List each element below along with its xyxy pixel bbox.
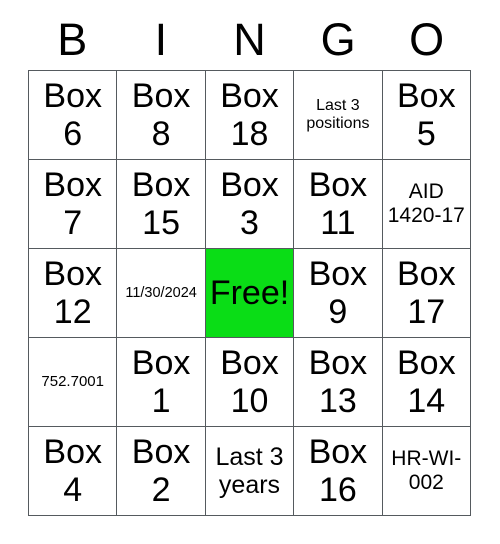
- bingo-cell-label: Box 1: [131, 343, 191, 420]
- bingo-header-letter-b-text: B: [57, 13, 88, 65]
- bingo-cell[interactable]: AID 1420-17: [382, 160, 471, 249]
- bingo-cell[interactable]: Box 4: [29, 427, 118, 516]
- bingo-cell[interactable]: Box 2: [117, 427, 206, 516]
- bingo-cell-label: Free!: [209, 273, 290, 312]
- bingo-cell-free[interactable]: Free!: [205, 249, 295, 338]
- bingo-cell[interactable]: Box 18: [205, 71, 295, 160]
- bingo-cell[interactable]: Box 8: [117, 71, 206, 160]
- bingo-cell-label: Last 3 positions: [306, 97, 370, 132]
- bingo-cell[interactable]: Box 16: [294, 427, 383, 516]
- bingo-cell-label: HR-WI-002: [391, 447, 462, 494]
- bingo-header-letter-i-text: I: [154, 13, 168, 65]
- bingo-cell-label: AID 1420-17: [387, 180, 465, 227]
- bingo-header-letter-n-text: N: [233, 13, 266, 65]
- bingo-cell-label: Box 17: [397, 254, 456, 331]
- bingo-cell-label: Box 18: [220, 76, 279, 153]
- bingo-cell[interactable]: Box 1: [117, 338, 206, 427]
- bingo-cell[interactable]: Box 7: [29, 160, 118, 249]
- bingo-cell-label: Box 15: [131, 165, 191, 242]
- bingo-cell-label: Last 3 years: [215, 443, 284, 499]
- bingo-cell-label: Box 11: [308, 165, 368, 242]
- bingo-cell[interactable]: HR-WI-002: [382, 427, 471, 516]
- bingo-cell[interactable]: Box 17: [382, 249, 471, 338]
- bingo-cell[interactable]: Box 3: [205, 160, 295, 249]
- bingo-cell-label: Box 6: [43, 76, 102, 153]
- bingo-cell[interactable]: Box 5: [382, 71, 471, 160]
- bingo-header-row: B I N G O: [28, 8, 471, 70]
- bingo-header-letter-g: G: [294, 8, 383, 70]
- bingo-cell-label: Box 14: [397, 343, 456, 420]
- bingo-grid: Box 6 Box 8 Box 18 Last 3 positions Box …: [28, 70, 471, 516]
- bingo-cell[interactable]: Box 11: [294, 160, 383, 249]
- bingo-cell-label: Box 16: [308, 432, 368, 509]
- bingo-cell-label: Box 10: [220, 343, 279, 420]
- bingo-cell-label: Box 8: [131, 76, 191, 153]
- bingo-cell[interactable]: Last 3 positions: [294, 71, 383, 160]
- bingo-header-letter-i: I: [117, 8, 206, 70]
- bingo-cell[interactable]: Box 10: [205, 338, 295, 427]
- bingo-header-letter-n: N: [205, 8, 294, 70]
- bingo-cell-label: Box 13: [308, 343, 368, 420]
- bingo-cell-label: 752.7001: [41, 372, 104, 390]
- bingo-cell-label: Box 2: [131, 432, 191, 509]
- bingo-cell[interactable]: Box 15: [117, 160, 206, 249]
- bingo-cell[interactable]: Box 6: [29, 71, 118, 160]
- bingo-cell-label: Box 4: [43, 432, 102, 509]
- bingo-cell-label: Box 12: [43, 254, 102, 331]
- bingo-cell-label: Box 3: [220, 165, 279, 242]
- bingo-cell-label: 11/30/2024: [125, 284, 197, 301]
- bingo-cell-label: Box 9: [308, 254, 368, 331]
- bingo-cell[interactable]: 11/30/2024: [117, 249, 206, 338]
- bingo-cell-label: Box 5: [397, 76, 456, 153]
- bingo-cell[interactable]: Box 9: [294, 249, 383, 338]
- bingo-cell[interactable]: Last 3 years: [205, 427, 295, 516]
- bingo-cell[interactable]: Box 13: [294, 338, 383, 427]
- bingo-cell[interactable]: Box 12: [29, 249, 118, 338]
- bingo-cell[interactable]: Box 14: [382, 338, 471, 427]
- bingo-header-letter-g-text: G: [320, 13, 356, 65]
- bingo-header-letter-o-text: O: [409, 13, 445, 65]
- bingo-header-letter-b: B: [28, 8, 117, 70]
- bingo-cell[interactable]: 752.7001: [29, 338, 118, 427]
- bingo-cell-label: Box 7: [43, 165, 102, 242]
- bingo-card: B I N G O Box 6 Box 8 Box 18 Last 3 posi…: [0, 0, 500, 544]
- bingo-header-letter-o: O: [382, 8, 471, 70]
